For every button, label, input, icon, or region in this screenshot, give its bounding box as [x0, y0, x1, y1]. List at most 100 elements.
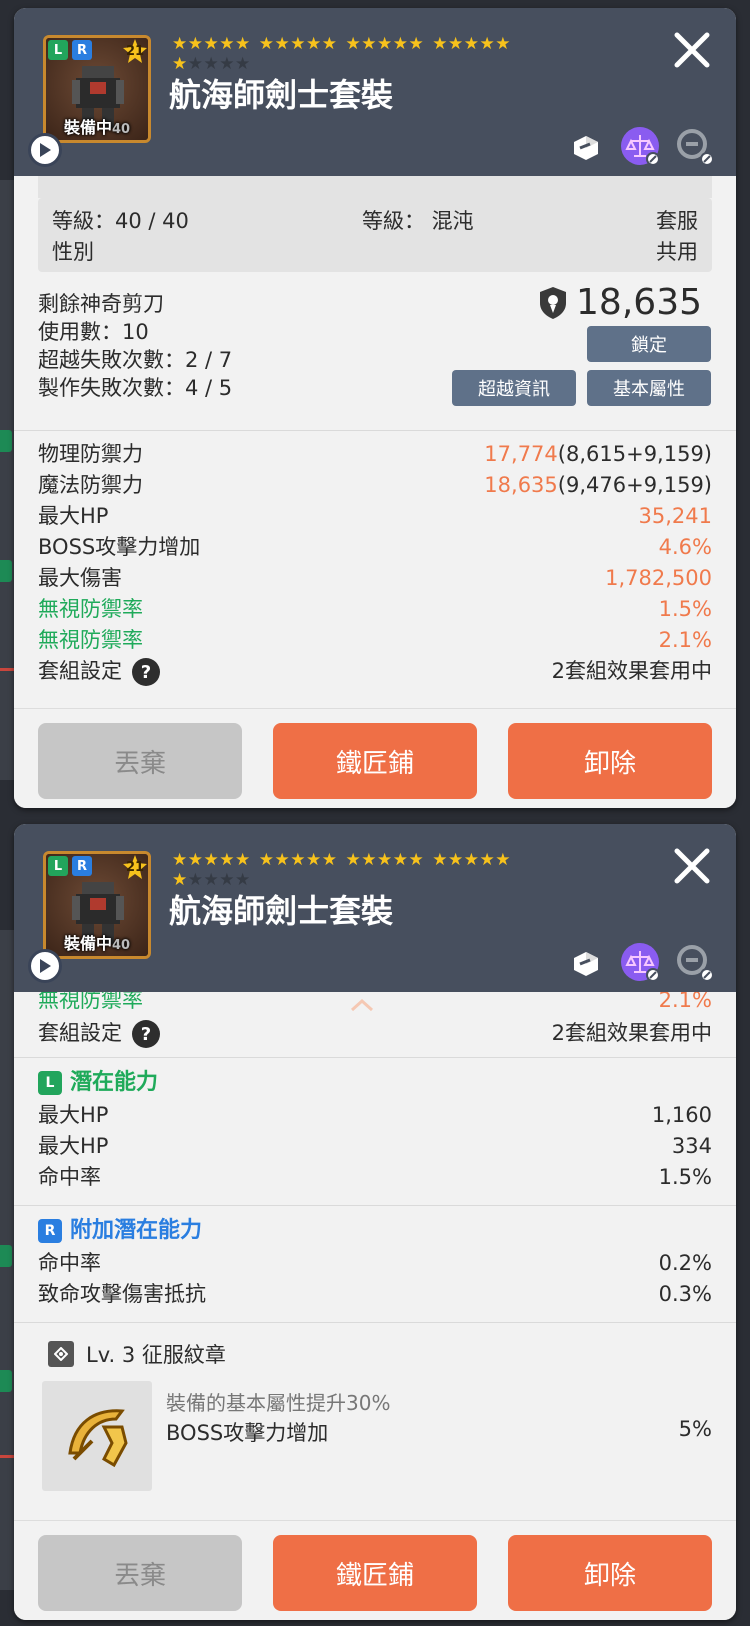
star-icon: ★ [408, 850, 425, 870]
shield-icon [540, 286, 567, 319]
legendary-badge: L [48, 856, 68, 876]
star-icon: ★ [219, 850, 235, 870]
stat-row: 物理防禦力 17,774(8,615+9,159) [38, 442, 712, 466]
action-bar: 丟棄 鐵匠鋪 卸除 [14, 1520, 736, 1620]
transfer-disabled-icon[interactable] [674, 126, 714, 166]
help-icon[interactable]: ? [132, 658, 160, 686]
star-icon: ★ [172, 34, 188, 54]
play-icon [40, 959, 51, 973]
close-icon[interactable] [672, 30, 712, 70]
item-header: L R 21 裝備中40 ★★★★★ ★★★★★ ★★★★★ ★★★★★ ★★★★★ 航… [14, 824, 736, 992]
star-icon: ★ [495, 34, 511, 54]
item-thumbnail[interactable]: L R 21 裝備中40 [43, 851, 151, 959]
blacksmith-button[interactable]: 鐵匠鋪 [273, 1535, 477, 1611]
star-icon: ★ [448, 34, 464, 54]
bonus-potential-header: R 附加潛在能力 [14, 1214, 736, 1248]
legendary-badge: L [48, 40, 68, 60]
blacksmith-button[interactable]: 鐵匠鋪 [273, 723, 477, 799]
star-icon: ★ [345, 34, 362, 54]
stats-list: 物理防禦力 17,774(8,615+9,159) 魔法防禦力 18,635(9,4… [14, 439, 736, 687]
star-icon: ★ [203, 850, 220, 870]
action-bar: 丟棄 鐵匠鋪 卸除 [14, 708, 736, 808]
background-line [0, 1455, 14, 1458]
play-button[interactable] [28, 949, 62, 983]
star-icon: ★ [479, 850, 496, 870]
star-icon: ★ [219, 34, 235, 54]
background-marker [0, 560, 12, 582]
equipped-label: 裝備中40 [63, 118, 131, 137]
rare-badge: R [72, 856, 92, 876]
star-icon: ★ [274, 850, 291, 870]
emblem-desc: 裝備的基本屬性提升30% [166, 1391, 391, 1415]
partial-stat-row: 無視防禦率 2.1% [38, 992, 712, 1012]
discard-button[interactable]: 丟棄 [38, 723, 242, 799]
stat-row: 最大HP 35,241 [38, 504, 712, 528]
item-header: L R 21 裝備中40 ★★★★★ ★★★★★ ★★★★★ ★★★★★ ★★★★★ 航… [14, 8, 736, 176]
potential-header: L 潛在能力 [14, 1066, 736, 1100]
scale-icon[interactable] [620, 942, 660, 982]
level-label: 等級：40 / 40 [52, 209, 189, 233]
star-icon: ★ [432, 850, 448, 870]
base-stats-button[interactable]: 基本屬性 [587, 370, 711, 406]
rare-badge: R [38, 1219, 62, 1243]
lock-button[interactable]: 鎖定 [587, 326, 711, 362]
discard-button[interactable]: 丟棄 [38, 1535, 242, 1611]
scroll-up-icon[interactable] [350, 998, 374, 1012]
item-thumbnail[interactable]: L R 21 裝備中40 [43, 35, 151, 143]
star-icon: ★ [495, 850, 511, 870]
star-icon: ★ [463, 34, 480, 54]
star-icon: ★ [290, 34, 306, 54]
potential-row: 最大HP 334 [38, 1134, 712, 1158]
star-icon: ★ [392, 850, 409, 870]
emblem-stat-row: BOSS攻擊力增加 5% [166, 1417, 712, 1445]
emblem-title: Lv. 3 征服紋章 [86, 1343, 226, 1367]
star-icon: ★ [408, 34, 425, 54]
star-icon: ★ [432, 34, 448, 54]
star-icon: ★ [463, 850, 480, 870]
set-row: 套組設定? 2套組效果套用中 [14, 656, 736, 687]
help-icon[interactable]: ? [132, 1020, 160, 1048]
emblem-bow-icon [68, 1409, 128, 1468]
star-force-badge: 21 [122, 38, 148, 64]
level-type-label: 等級： 混沌 [362, 209, 474, 233]
star-icon: ★ [345, 850, 362, 870]
combat-power: 18,635 [538, 282, 702, 323]
star-icon: ★ [290, 850, 306, 870]
star-icon: ★ [377, 34, 393, 54]
transfer-disabled-icon[interactable] [674, 942, 714, 982]
star-force-stars: ★★★★★ ★★★★★ ★★★★★ ★★★★★ ★★★★★ [172, 850, 552, 890]
background-marker [0, 1370, 12, 1392]
star-icon: ★ [235, 34, 251, 54]
emblem-image[interactable] [42, 1381, 152, 1491]
transcend-info-button[interactable]: 超越資訊 [452, 370, 576, 406]
unequip-button[interactable]: 卸除 [508, 723, 712, 799]
bonus-row: 命中率 0.2% [38, 1251, 712, 1275]
stat-row: 魔法防禦力 18,635(9,476+9,159) [38, 473, 712, 497]
emblem-icon [48, 1341, 74, 1367]
play-button[interactable] [28, 133, 62, 167]
header-actions [566, 126, 714, 166]
item-title: 航海師劍士套裝 [169, 892, 394, 930]
unequip-button[interactable]: 卸除 [508, 1535, 712, 1611]
emblem-section: Lv. 3 征服紋章 裝備的基本屬性提升30% BOSS攻擊力增加 5% [14, 1331, 736, 1491]
star-icon: ★ [392, 34, 409, 54]
close-icon[interactable] [672, 846, 712, 886]
share-icon[interactable] [566, 126, 606, 166]
item-body: 等級：40 / 40 等級： 混沌 套服 性別 共用 剩餘神奇剪刀 使用數：10… [14, 176, 736, 687]
combat-power-value: 18,635 [576, 282, 702, 323]
background-marker [0, 430, 12, 452]
background-line [0, 668, 14, 671]
star-force-badge: 21 [122, 854, 148, 880]
stat-row: 無視防禦率 2.1% [38, 628, 712, 652]
star-icon: ★ [187, 34, 204, 54]
share-icon[interactable] [566, 942, 606, 982]
star-icon: ★ [258, 850, 275, 870]
star-icon: ★ [274, 34, 291, 54]
star-icon: ★ [361, 850, 377, 870]
star-icon: ★ [479, 34, 496, 54]
star-icon: ★ [321, 34, 338, 54]
legendary-badge: L [38, 1071, 62, 1095]
stat-row: 無視防禦率 1.5% [38, 597, 712, 621]
scale-icon[interactable] [620, 126, 660, 166]
info-box: 等級：40 / 40 等級： 混沌 套服 性別 共用 [38, 198, 712, 272]
